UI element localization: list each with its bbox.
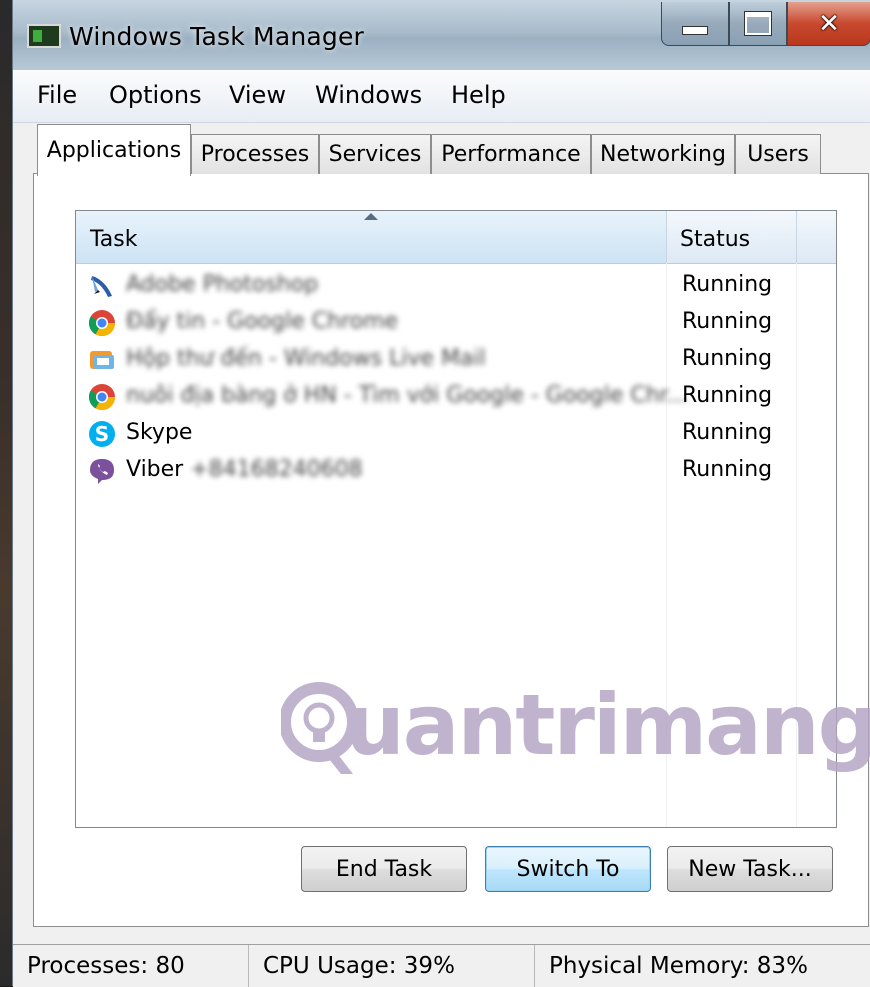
close-icon: ✕: [818, 8, 840, 39]
new-task-button[interactable]: New Task...: [667, 846, 833, 892]
list-item[interactable]: S Skype Running: [84, 417, 832, 453]
task-status: Running: [682, 420, 773, 445]
list-item[interactable]: Viber +84168240608 Running: [84, 454, 832, 490]
photoshop-feather-icon: [91, 276, 112, 297]
mail-icon: [90, 351, 114, 369]
minimize-button[interactable]: [661, 2, 729, 46]
task-name-label: Viber: [126, 457, 184, 482]
list-header: Task Status: [76, 211, 836, 264]
chrome-icon: [88, 310, 116, 337]
skype-icon: S: [89, 421, 115, 447]
minimize-icon: [682, 26, 708, 35]
task-name: Viber +84168240608: [126, 457, 363, 482]
task-name: Skype: [126, 420, 193, 445]
status-processes: Processes: 80: [13, 945, 249, 987]
list-item[interactable]: Đẩy tin - Google Chrome Running: [84, 306, 832, 342]
task-manager-icon: [27, 24, 61, 48]
tab-performance[interactable]: Performance: [431, 134, 591, 174]
sort-ascending-icon: [364, 213, 378, 220]
list-item[interactable]: Hộp thư đến - Windows Live Mail Running: [84, 343, 832, 379]
list-item[interactable]: Adobe Photoshop Running: [84, 269, 832, 305]
end-task-button[interactable]: End Task: [301, 846, 467, 892]
viber-phone-number: +84168240608: [190, 457, 363, 482]
task-name: Adobe Photoshop: [126, 272, 319, 297]
window-title: Windows Task Manager: [69, 22, 365, 51]
maximize-icon: [744, 11, 772, 36]
status-bar: Processes: 80 CPU Usage: 39% Physical Me…: [13, 944, 870, 987]
task-status: Running: [682, 272, 773, 297]
watermark-logo: uantrimang: [281, 668, 870, 788]
task-name: nuôi địa bàng ở HN - Tìm với Google - Go…: [126, 383, 688, 408]
task-manager-window: Windows Task Manager ✕ File Options View…: [12, 0, 870, 987]
menu-view[interactable]: View: [229, 81, 286, 109]
column-header-task[interactable]: Task: [76, 211, 667, 263]
menu-bar: File Options View Windows Help: [13, 70, 870, 123]
tab-networking[interactable]: Networking: [591, 134, 735, 174]
task-status: Running: [682, 346, 773, 371]
close-button[interactable]: ✕: [787, 2, 870, 46]
task-status: Running: [682, 309, 773, 334]
menu-windows[interactable]: Windows: [315, 81, 422, 109]
title-bar[interactable]: Windows Task Manager ✕: [13, 0, 870, 70]
viber-icon: [90, 459, 114, 484]
maximize-button[interactable]: [729, 2, 787, 46]
tab-applications[interactable]: Applications: [37, 124, 191, 176]
list-item[interactable]: nuôi địa bàng ở HN - Tìm với Google - Go…: [84, 380, 832, 416]
column-header-status[interactable]: Status: [680, 227, 750, 252]
status-cpu-usage: CPU Usage: 39%: [249, 945, 535, 987]
task-name: Đẩy tin - Google Chrome: [126, 309, 399, 334]
chrome-icon: [88, 384, 116, 411]
column-header-task-label: Task: [90, 227, 138, 252]
tab-services[interactable]: Services: [319, 134, 431, 174]
header-divider: [796, 211, 797, 263]
tab-processes[interactable]: Processes: [191, 134, 319, 174]
svg-text:S: S: [95, 422, 109, 446]
tab-strip: Applications Processes Services Performa…: [13, 122, 870, 176]
status-physical-memory: Physical Memory: 83%: [549, 953, 808, 979]
menu-file[interactable]: File: [37, 81, 77, 109]
task-status: Running: [682, 457, 773, 482]
menu-help[interactable]: Help: [451, 81, 506, 109]
tab-users[interactable]: Users: [735, 134, 821, 174]
switch-to-button[interactable]: Switch To: [485, 846, 651, 892]
task-name: Hộp thư đến - Windows Live Mail: [126, 346, 486, 371]
watermark-text: uantrimang: [345, 676, 870, 774]
task-status: Running: [682, 383, 773, 408]
menu-options[interactable]: Options: [109, 81, 202, 109]
